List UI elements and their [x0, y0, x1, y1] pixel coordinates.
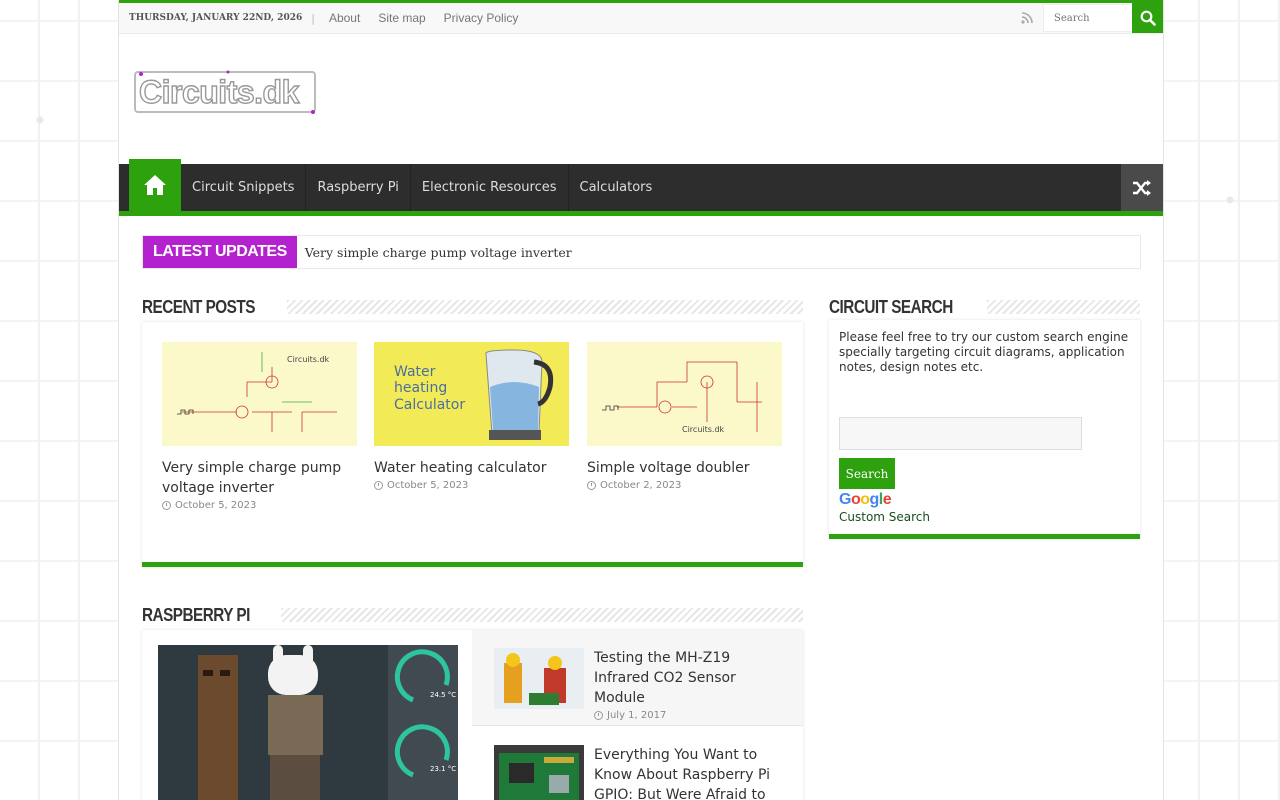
top-link-sitemap[interactable]: Site map	[378, 11, 425, 25]
ticker-link[interactable]: Very simple charge pump voltage inverter	[305, 245, 572, 260]
nav-item-raspberry-pi[interactable]: Raspberry Pi	[306, 164, 411, 211]
post-title[interactable]: Testing the MH-Z19 Infrared CO2 Sensor M…	[594, 648, 784, 708]
post-date: July 1, 2017	[594, 710, 784, 721]
top-link-about[interactable]: About	[329, 11, 360, 25]
post-thumbnail[interactable]	[494, 745, 584, 800]
post-date: October 2, 2023	[587, 480, 782, 491]
post-title[interactable]: Everything You Want to Know About Raspbe…	[594, 745, 789, 800]
recent-posts-box: Circuits.dk Very simple charge pump volt…	[142, 322, 803, 567]
svg-text:Calculator: Calculator	[394, 397, 465, 413]
top-links: About Site map Privacy Policy	[329, 11, 518, 25]
random-post-button[interactable]	[1121, 164, 1163, 211]
featured-post-image[interactable]: 24.5 °C 23.1 °C	[158, 645, 458, 800]
nav-item-circuit-snippets[interactable]: Circuit Snippets	[181, 164, 307, 211]
latest-updates-ticker: Latest Updates Very simple charge pump v…	[142, 235, 1141, 269]
shuffle-icon	[1133, 179, 1151, 196]
custom-search-label: Custom Search	[839, 510, 931, 524]
google-search-input[interactable]	[839, 417, 1082, 450]
header-stripe	[286, 300, 803, 314]
post-title[interactable]: Simple voltage doubler	[587, 458, 782, 478]
page-wrapper: Thursday, January 22nd, 2026 | About Sit…	[118, 0, 1164, 800]
recent-post-2[interactable]: Water heating Calculator Water heating c…	[374, 342, 569, 491]
site-header: Circuits.dk	[119, 34, 1163, 164]
rpi-list-item[interactable]: Everything You Want to Know About Raspbe…	[472, 727, 803, 800]
recent-posts-header: Recent Posts	[142, 294, 803, 320]
svg-text:Water: Water	[394, 364, 436, 380]
raspberry-pi-header: Raspberry Pi	[142, 602, 803, 628]
clock-icon	[594, 711, 603, 720]
post-date-text: October 5, 2023	[175, 500, 257, 511]
raspberry-pi-title: Raspberry Pi	[142, 604, 261, 626]
current-date: Thursday, January 22nd, 2026	[129, 13, 303, 23]
circuit-search-description: Please feel free to try our custom searc…	[839, 330, 1129, 374]
recent-posts-title: Recent Posts	[142, 296, 266, 318]
rss-icon[interactable]	[1021, 12, 1033, 24]
recent-post-1[interactable]: Circuits.dk Very simple charge pump volt…	[162, 342, 357, 511]
google-logo: Google	[839, 491, 892, 508]
site-logo[interactable]: Circuits.dk	[133, 66, 319, 122]
home-icon	[144, 175, 166, 195]
rpi-post[interactable]: Everything You Want to Know About Raspbe…	[594, 745, 789, 800]
circuit-search-box: Please feel free to try our custom searc…	[829, 320, 1140, 539]
thumb-brand: Circuits.dk	[682, 425, 725, 434]
post-title[interactable]: Water heating calculator	[374, 458, 569, 478]
svg-text:Circuits.dk: Circuits.dk	[139, 74, 300, 110]
post-title[interactable]: Very simple charge pump voltage inverter	[162, 458, 357, 498]
post-thumbnail[interactable]: Water heating Calculator	[374, 342, 569, 446]
nav-item-calculators[interactable]: Calculators	[569, 164, 664, 211]
clock-icon	[162, 501, 171, 510]
rpi-list-item[interactable]: Testing the MH-Z19 Infrared CO2 Sensor M…	[472, 630, 803, 726]
google-search-button[interactable]: Search	[839, 458, 895, 489]
post-thumbnail[interactable]: Circuits.dk	[587, 342, 782, 446]
header-stripe	[986, 300, 1140, 314]
top-link-privacy[interactable]: Privacy Policy	[444, 11, 519, 25]
rpi-post[interactable]: Testing the MH-Z19 Infrared CO2 Sensor M…	[594, 648, 784, 721]
svg-text:24.5 °C: 24.5 °C	[430, 691, 456, 699]
top-search-input[interactable]	[1043, 4, 1133, 32]
top-search-button[interactable]	[1132, 2, 1163, 33]
search-icon	[1140, 10, 1156, 26]
ticker-label: Latest Updates	[143, 236, 297, 268]
clock-icon	[587, 481, 596, 490]
top-bar: Thursday, January 22nd, 2026 | About Sit…	[119, 0, 1163, 34]
nav-bar: Circuit Snippets Raspberry Pi Electronic…	[119, 159, 1163, 211]
post-date: October 5, 2023	[162, 500, 357, 511]
post-thumbnail[interactable]: Circuits.dk	[162, 342, 357, 446]
svg-text:heating: heating	[394, 380, 447, 396]
post-date: October 5, 2023	[374, 480, 569, 491]
divider: |	[311, 11, 315, 25]
svg-text:23.1 °C: 23.1 °C	[430, 765, 456, 773]
recent-post-3[interactable]: Circuits.dk Simple voltage doubler Octob…	[587, 342, 782, 491]
nav-home-button[interactable]	[129, 159, 181, 211]
post-date-text: October 5, 2023	[387, 480, 469, 491]
nav-item-electronic-resources[interactable]: Electronic Resources	[411, 164, 569, 211]
header-stripe	[280, 608, 803, 622]
circuit-search-header: Circuit Search	[829, 294, 1140, 320]
raspberry-pi-box: 24.5 °C 23.1 °C Testing the MH-Z19 Infra…	[142, 630, 803, 800]
post-date-text: July 1, 2017	[607, 710, 667, 721]
post-date-text: October 2, 2023	[600, 480, 682, 491]
circuit-search-title: Circuit Search	[829, 296, 963, 318]
thumb-brand: Circuits.dk	[287, 355, 330, 364]
main-nav: Circuit Snippets Raspberry Pi Electronic…	[119, 159, 1163, 216]
clock-icon	[374, 481, 383, 490]
post-thumbnail[interactable]	[494, 648, 584, 709]
